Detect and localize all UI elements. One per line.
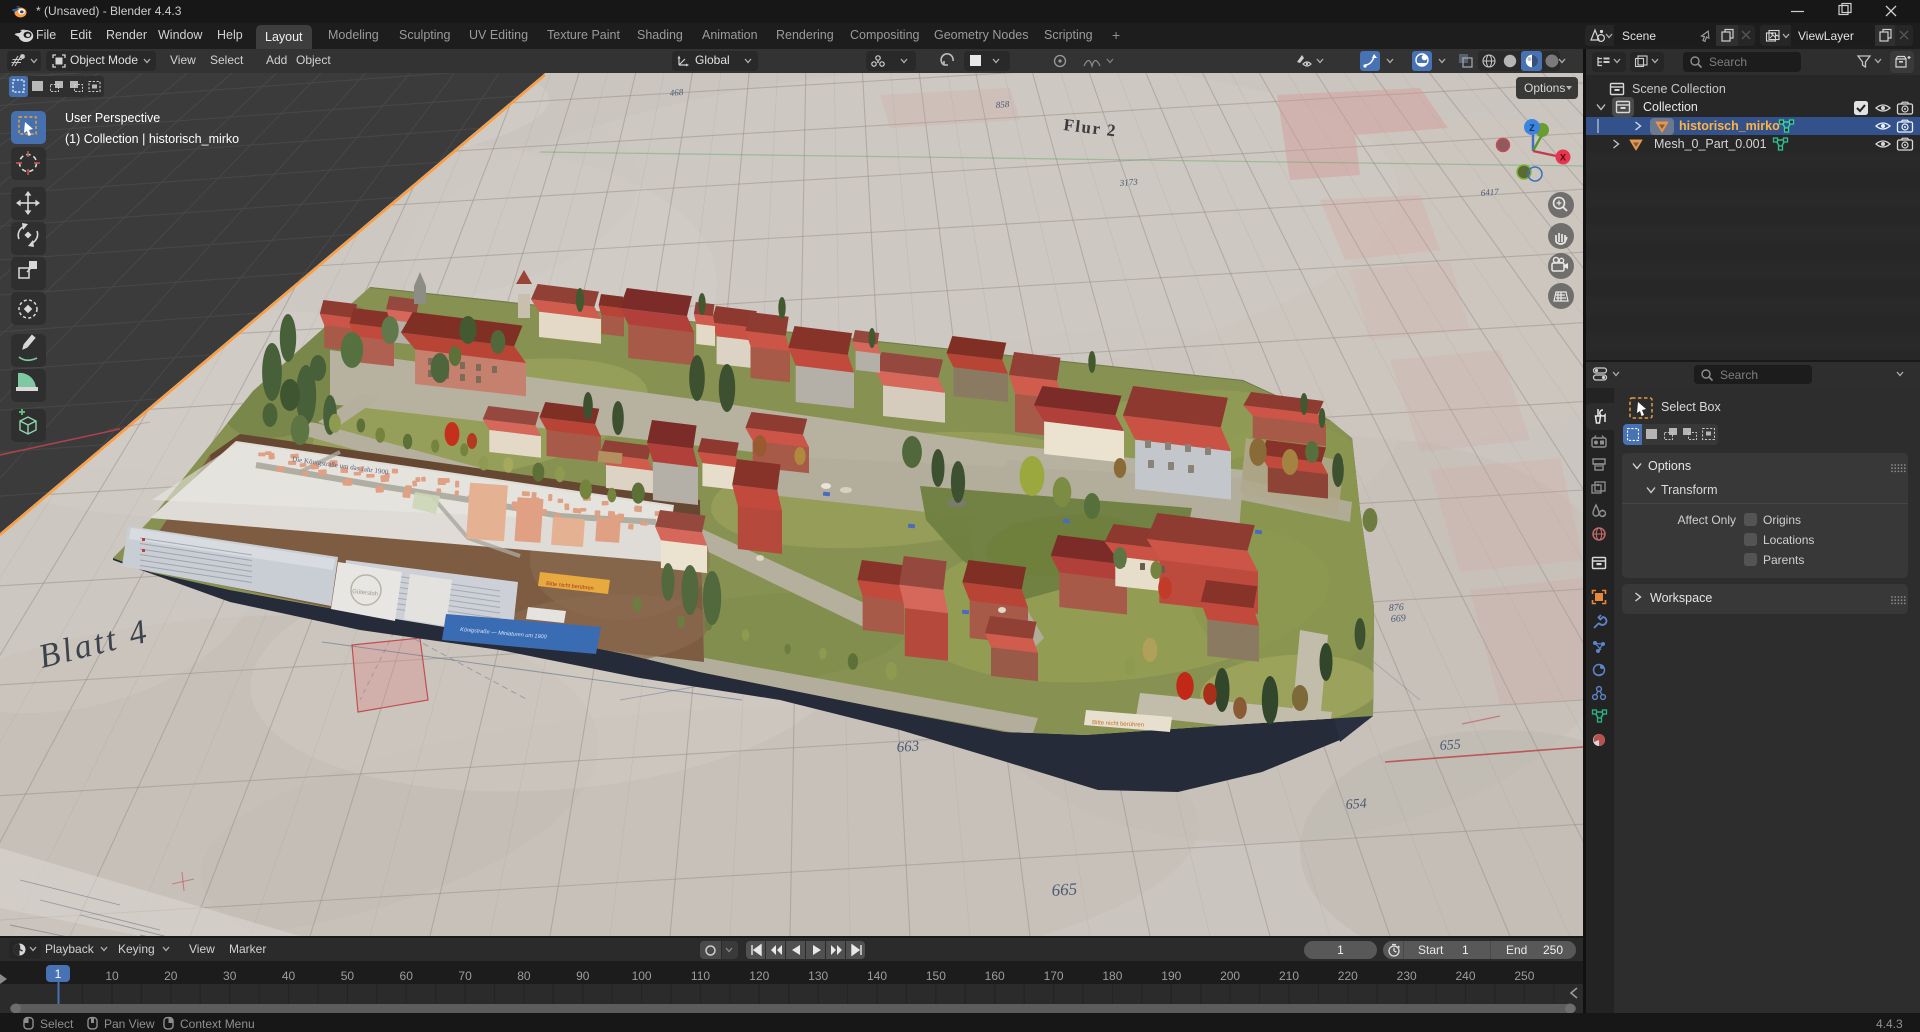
svg-text:140: 140 xyxy=(867,969,887,983)
svg-text:160: 160 xyxy=(985,969,1005,983)
svg-text:10: 10 xyxy=(105,969,119,983)
svg-text:1: 1 xyxy=(55,967,62,981)
svg-text:210: 210 xyxy=(1279,969,1299,983)
svg-text:110: 110 xyxy=(691,969,710,983)
svg-text:250: 250 xyxy=(1514,969,1534,983)
svg-text:190: 190 xyxy=(1161,969,1181,983)
svg-text:70: 70 xyxy=(458,969,472,983)
svg-text:90: 90 xyxy=(576,969,590,983)
svg-text:80: 80 xyxy=(517,969,531,983)
svg-text:180: 180 xyxy=(1102,969,1122,983)
svg-text:30: 30 xyxy=(223,969,237,983)
svg-text:100: 100 xyxy=(632,969,652,983)
svg-text:150: 150 xyxy=(926,969,946,983)
svg-text:40: 40 xyxy=(282,969,296,983)
svg-text:170: 170 xyxy=(1044,969,1064,983)
svg-text:60: 60 xyxy=(400,969,414,983)
svg-text:200: 200 xyxy=(1220,969,1240,983)
svg-text:220: 220 xyxy=(1338,969,1358,983)
svg-text:50: 50 xyxy=(341,969,355,983)
svg-text:120: 120 xyxy=(749,969,769,983)
svg-text:130: 130 xyxy=(808,969,828,983)
svg-text:20: 20 xyxy=(164,969,178,983)
svg-text:240: 240 xyxy=(1455,969,1475,983)
svg-text:230: 230 xyxy=(1397,969,1417,983)
